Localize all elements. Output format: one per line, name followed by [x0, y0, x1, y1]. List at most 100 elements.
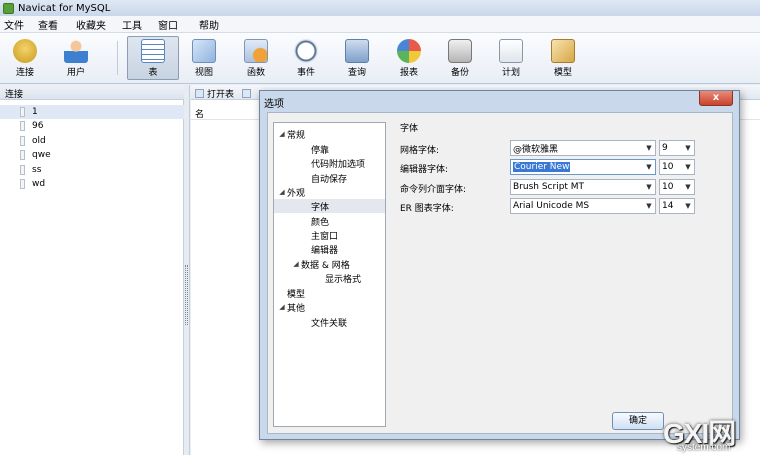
open-table-button[interactable]: 打开表 — [207, 87, 234, 100]
database-item[interactable]: 96 — [0, 119, 184, 133]
menu-window[interactable]: 窗口 — [158, 17, 178, 32]
model-button[interactable]: 模型 — [539, 37, 587, 79]
database-item[interactable]: wd — [0, 177, 184, 191]
view-button[interactable]: 视图 — [180, 37, 228, 79]
tree-node-docking[interactable]: 停靠 — [311, 142, 329, 156]
editor-font-label: 编辑器字体: — [400, 165, 449, 175]
database-name: wd — [32, 179, 46, 189]
editor-font-value: Courier New — [513, 162, 571, 172]
dropdown-arrow-icon[interactable]: ▼ — [682, 163, 694, 171]
database-item[interactable]: ss — [0, 163, 184, 177]
function-label: 函数 — [246, 68, 265, 78]
table-icon — [141, 39, 165, 63]
tree-node-autosave[interactable]: 自动保存 — [311, 171, 347, 185]
expand-triangle-icon[interactable]: ◢ — [277, 303, 287, 311]
function-icon — [244, 39, 268, 63]
er-diagram-font-size-select[interactable]: 14 ▼ — [659, 198, 695, 214]
database-icon — [20, 150, 25, 160]
database-item[interactable]: 1 — [0, 105, 184, 119]
tree-node-general[interactable]: ◢ 常规 — [277, 127, 305, 141]
schedule-button[interactable]: 计划 — [487, 37, 535, 79]
database-item[interactable]: old — [0, 134, 184, 148]
user-button[interactable]: 用户 — [52, 37, 100, 79]
dialog-title: 选项 — [264, 99, 284, 110]
dropdown-arrow-icon[interactable]: ▼ — [682, 144, 694, 152]
model-label: 模型 — [553, 68, 572, 78]
function-button[interactable]: 函数 — [232, 37, 280, 79]
database-icon — [20, 107, 25, 117]
event-button[interactable]: 事件 — [282, 37, 330, 79]
connection-label: 连接 — [15, 68, 34, 78]
backup-icon — [448, 39, 472, 63]
connection-button[interactable]: 连接 — [1, 37, 49, 79]
tree-node-other[interactable]: ◢ 其他 — [277, 300, 305, 314]
font-section-title: 字体 — [400, 124, 419, 134]
user-icon — [64, 39, 88, 63]
expand-triangle-icon[interactable]: ◢ — [291, 260, 301, 268]
design-table-icon — [242, 88, 252, 98]
menu-view[interactable]: 查看 — [38, 17, 58, 32]
tree-node-model[interactable]: 模型 — [287, 286, 305, 300]
menu-tools[interactable]: 工具 — [122, 17, 142, 32]
menu-favorites[interactable]: 收藏夹 — [76, 17, 106, 32]
dropdown-arrow-icon[interactable]: ▼ — [643, 144, 655, 152]
main-toolbar: 连接 用户 表 视图 函数 事件 查询 报表 备份 计划 模型 — [0, 33, 760, 84]
database-item[interactable]: qwe — [0, 148, 184, 162]
view-label: 视图 — [194, 68, 213, 78]
pane-splitter[interactable] — [184, 85, 190, 455]
tree-node-font[interactable]: 字体 — [274, 199, 385, 213]
backup-button[interactable]: 备份 — [436, 37, 484, 79]
console-font-size-select[interactable]: 10 ▼ — [659, 179, 695, 195]
database-name: ss — [32, 165, 42, 175]
database-icon — [20, 136, 25, 146]
dialog-close-button[interactable]: x — [699, 91, 733, 106]
options-tree: ◢ 常规 停靠 代码附加选项 自动保存 ◢ 外观 字体 颜色 主窗口 编辑器 ◢ 数据… — [273, 122, 386, 427]
expand-triangle-icon[interactable]: ◢ — [277, 130, 287, 138]
column-header-name[interactable]: 名 — [195, 107, 204, 120]
table-button[interactable]: 表 — [127, 36, 179, 80]
tree-node-file-association[interactable]: 文件关联 — [311, 315, 347, 329]
dropdown-arrow-icon[interactable]: ▼ — [643, 183, 655, 191]
table-label: 表 — [148, 68, 158, 78]
splitter-grip[interactable] — [185, 265, 188, 325]
database-name: old — [32, 136, 46, 146]
backup-label: 备份 — [450, 68, 469, 78]
expand-triangle-icon[interactable]: ◢ — [277, 188, 287, 196]
grid-font-label: 网格字体: — [400, 146, 440, 156]
tree-node-data-grid[interactable]: ◢ 数据 & 网格 — [291, 257, 349, 271]
schedule-icon — [499, 39, 523, 63]
tree-node-code-options[interactable]: 代码附加选项 — [311, 156, 365, 170]
editor-font-select[interactable]: Courier New ▼ — [510, 159, 656, 175]
dropdown-arrow-icon[interactable]: ▼ — [682, 202, 694, 210]
window-title: Navicat for MySQL — [18, 2, 111, 14]
editor-font-size-select[interactable]: 10 ▼ — [659, 159, 695, 175]
tree-node-appearance[interactable]: ◢ 外观 — [277, 185, 305, 199]
options-dialog: 选项 x ◢ 常规 停靠 代码附加选项 自动保存 ◢ 外观 字体 颜色 主窗口 编辑… — [259, 90, 740, 440]
connection-icon — [13, 39, 37, 63]
dropdown-arrow-icon[interactable]: ▼ — [643, 202, 655, 210]
database-name: qwe — [32, 150, 51, 160]
report-button[interactable]: 报表 — [385, 37, 433, 79]
dropdown-arrow-icon[interactable]: ▼ — [682, 183, 694, 191]
view-icon — [192, 39, 216, 63]
grid-font-size-select[interactable]: 9 ▼ — [659, 140, 695, 156]
model-icon — [551, 39, 575, 63]
dropdown-arrow-icon[interactable]: ▼ — [643, 163, 655, 171]
query-button[interactable]: 查询 — [333, 37, 381, 79]
console-font-select[interactable]: Brush Script MT ▼ — [510, 179, 656, 195]
query-label: 查询 — [347, 68, 366, 78]
event-icon — [294, 39, 318, 63]
ok-button[interactable]: 确定 — [612, 412, 664, 430]
tree-node-editor[interactable]: 编辑器 — [311, 242, 338, 256]
er-diagram-font-select[interactable]: Arial Unicode MS ▼ — [510, 198, 656, 214]
navicat-app-icon — [3, 2, 14, 14]
open-table-icon — [195, 88, 204, 98]
tree-node-color[interactable]: 颜色 — [311, 214, 329, 228]
menu-help[interactable]: 帮助 — [199, 17, 219, 32]
menu-file[interactable]: 文件 — [4, 17, 24, 32]
tree-node-main-window[interactable]: 主窗口 — [311, 228, 338, 242]
user-label: 用户 — [66, 68, 85, 78]
grid-font-select[interactable]: @微软雅黑 ▼ — [510, 140, 656, 156]
er-diagram-font-label: ER 图表字体: — [400, 204, 454, 214]
tree-node-display-format[interactable]: 显示格式 — [325, 271, 361, 285]
